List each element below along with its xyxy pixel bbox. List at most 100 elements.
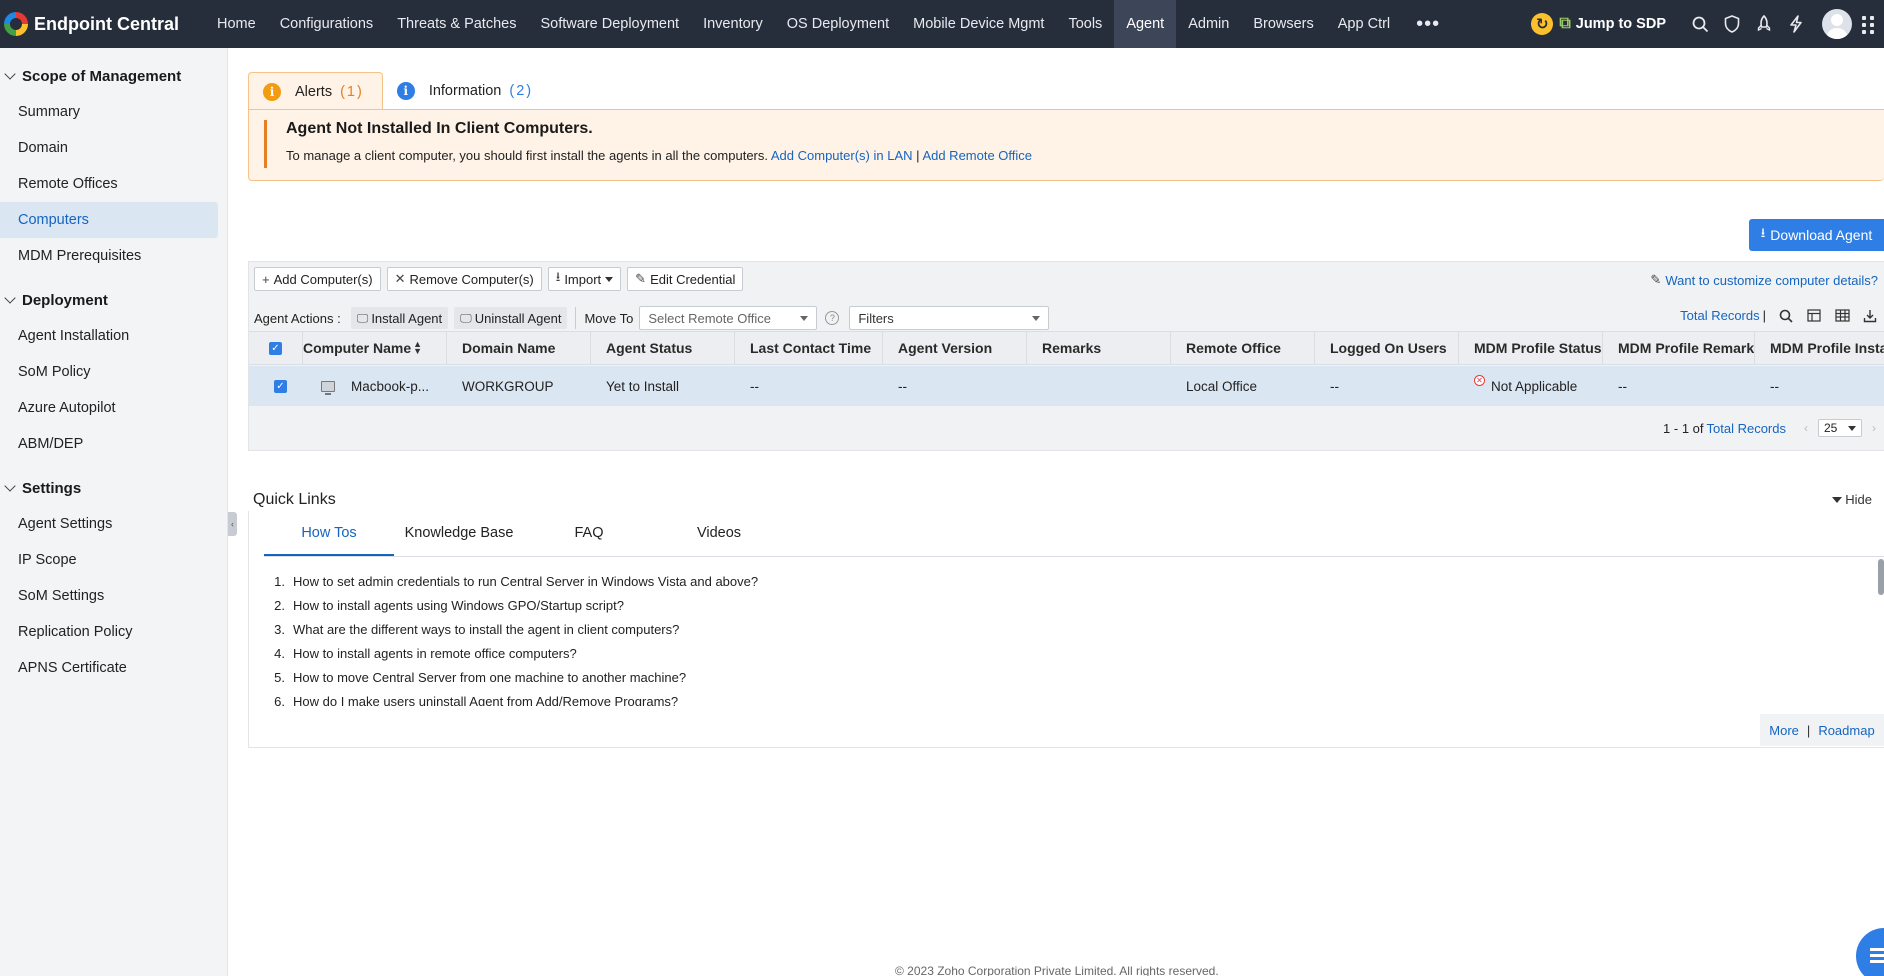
next-page-icon[interactable]: ›: [1864, 421, 1884, 435]
sidebar-section-settings[interactable]: Settings: [0, 470, 227, 506]
download-agent-button[interactable]: ⭳ Download Agent: [1749, 219, 1884, 251]
sidebar-item-summary[interactable]: Summary: [0, 94, 218, 130]
tab-information-count: (2): [509, 83, 534, 99]
nav-admin[interactable]: Admin: [1176, 0, 1241, 48]
sidebar-item-replication-policy[interactable]: Replication Policy: [0, 614, 218, 650]
nav-mobile-device-mgmt[interactable]: Mobile Device Mgmt: [901, 0, 1056, 48]
column-domain-name[interactable]: Domain Name: [447, 332, 591, 364]
column-logged-on-users[interactable]: Logged On Users: [1315, 332, 1459, 364]
remove-computers-button[interactable]: ✕ Remove Computer(s): [386, 267, 542, 291]
sort-icon[interactable]: ▲ ▼: [413, 340, 422, 356]
list-item[interactable]: 5. How to move Central Server from one ma…: [259, 665, 1859, 689]
list-item[interactable]: 3. What are the different ways to install…: [259, 617, 1859, 641]
previous-page-icon[interactable]: ‹: [1796, 421, 1816, 435]
list-item[interactable]: 1. How to set admin credentials to run Ce…: [259, 569, 1859, 593]
tab-information[interactable]: i Information (2): [383, 72, 551, 110]
column-mdm-profile-remark[interactable]: MDM Profile Remark: [1603, 332, 1755, 364]
sidebar-item-computers[interactable]: Computers: [0, 202, 218, 238]
mdm-profile-status-text: Not Applicable: [1491, 378, 1578, 394]
add-computers-button[interactable]: + Add Computer(s): [254, 267, 381, 291]
table-view-icon[interactable]: [1828, 309, 1856, 322]
tab-knowledge-base[interactable]: Knowledge Base: [394, 511, 524, 556]
column-remote-office[interactable]: Remote Office: [1171, 332, 1315, 364]
sidebar-item-azure-autopilot[interactable]: Azure Autopilot: [0, 390, 218, 426]
import-label: Import: [564, 271, 602, 287]
column-agent-version[interactable]: Agent Version: [883, 332, 1027, 364]
column-last-contact-time[interactable]: Last Contact Time: [735, 332, 883, 364]
search-icon[interactable]: [1684, 0, 1716, 48]
sidebar-item-som-settings[interactable]: SoM Settings: [0, 578, 218, 614]
sidebar-item-ip-scope[interactable]: IP Scope: [0, 542, 218, 578]
nav-inventory[interactable]: Inventory: [691, 0, 775, 48]
nav-agent[interactable]: Agent: [1114, 0, 1177, 48]
sidebar-item-som-policy[interactable]: SoM Policy: [0, 354, 218, 390]
list-item[interactable]: 6. How do I make users uninstall Agent fr…: [259, 689, 1859, 707]
add-computers-label: Add Computer(s): [273, 271, 373, 287]
uninstall-agent-button[interactable]: 🖵 Uninstall Agent: [454, 307, 568, 329]
sidebar-item-abm-dep[interactable]: ABM/DEP: [0, 426, 218, 462]
select-all-checkbox[interactable]: ✓: [269, 341, 282, 355]
lightning-icon[interactable]: [1780, 0, 1812, 48]
jump-to-sdp-button[interactable]: ⧉ Jump to SDP: [1559, 15, 1666, 33]
sidebar-collapse-handle[interactable]: ‹: [228, 512, 237, 536]
total-records-link[interactable]: Total Records: [1680, 308, 1759, 323]
column-mdm-profile-status[interactable]: MDM Profile Status: [1459, 332, 1603, 364]
sidebar-item-remote-offices[interactable]: Remote Offices: [0, 166, 218, 202]
user-avatar[interactable]: [1822, 9, 1852, 39]
cell-computer-name[interactable]: Macbook-p...: [303, 366, 447, 406]
column-remarks[interactable]: Remarks: [1027, 332, 1171, 364]
more-nav-icon[interactable]: •••: [1402, 0, 1454, 48]
column-mdm-profile-install[interactable]: MDM Profile Insta: [1755, 332, 1884, 364]
tab-how-tos[interactable]: How Tos: [264, 511, 394, 556]
tab-alerts[interactable]: i Alerts (1): [248, 72, 383, 110]
remote-office-select[interactable]: Select Remote Office: [639, 306, 818, 330]
export-icon[interactable]: [1856, 309, 1884, 323]
shield-icon[interactable]: [1716, 0, 1748, 48]
nav-configurations[interactable]: Configurations: [268, 0, 386, 48]
search-icon[interactable]: [1772, 309, 1800, 323]
list-item[interactable]: 4. How to install agents in remote office…: [259, 641, 1859, 665]
install-agent-button[interactable]: 🖵 Install Agent: [350, 307, 449, 329]
sidebar-item-agent-installation[interactable]: Agent Installation: [0, 318, 218, 354]
quick-links-scrollbar[interactable]: [1878, 559, 1884, 595]
sidebar-item-mdm-prerequisites[interactable]: MDM Prerequisites: [0, 238, 218, 274]
add-remote-office-link[interactable]: Add Remote Office: [922, 148, 1032, 163]
column-agent-status[interactable]: Agent Status: [591, 332, 735, 364]
column-settings-icon[interactable]: [1800, 309, 1828, 322]
pager-total-records-link[interactable]: Total Records: [1707, 421, 1786, 436]
sidebar-item-apns-certificate[interactable]: APNS Certificate: [0, 650, 218, 686]
filters-select[interactable]: Filters: [849, 306, 1050, 330]
nav-home[interactable]: Home: [205, 0, 268, 48]
sidebar-section-scope-of-management[interactable]: Scope of Management: [0, 58, 227, 94]
edit-credential-button[interactable]: ✎ Edit Credential: [627, 267, 744, 291]
nav-software-deployment[interactable]: Software Deployment: [528, 0, 691, 48]
more-link[interactable]: More: [1769, 723, 1799, 738]
nav-app-ctrl[interactable]: App Ctrl: [1326, 0, 1402, 48]
sidebar-item-domain[interactable]: Domain: [0, 130, 218, 166]
apps-grid-icon[interactable]: [1862, 16, 1876, 34]
column-computer-name[interactable]: Computer Name ▲ ▼: [303, 332, 447, 364]
list-item[interactable]: 2. How to install agents using Windows GP…: [259, 593, 1859, 617]
nav-os-deployment[interactable]: OS Deployment: [775, 0, 901, 48]
roadmap-link[interactable]: Roadmap: [1818, 723, 1874, 738]
refresh-icon[interactable]: ↻: [1531, 13, 1554, 35]
nav-tools[interactable]: Tools: [1056, 0, 1114, 48]
hide-quick-links-button[interactable]: Hide: [1832, 492, 1872, 507]
sidebar-section-deployment[interactable]: Deployment: [0, 282, 227, 318]
sidebar-item-agent-settings[interactable]: Agent Settings: [0, 506, 218, 542]
jump-to-sdp-label: Jump to SDP: [1575, 16, 1666, 32]
nav-threats-patches[interactable]: Threats & Patches: [385, 0, 528, 48]
row-checkbox[interactable]: ✓: [274, 379, 287, 393]
brand[interactable]: Endpoint Central: [0, 0, 205, 48]
nav-browsers[interactable]: Browsers: [1241, 0, 1325, 48]
cell-mdm-profile-status: ✕ Not Applicable: [1459, 366, 1603, 406]
import-button[interactable]: ⭳ Import: [547, 267, 622, 291]
help-icon[interactable]: ?: [825, 311, 840, 325]
page-size-select[interactable]: 25: [1818, 419, 1862, 437]
table-row[interactable]: ✓ Macbook-p... WORKGROUP Yet to Install …: [249, 366, 1884, 406]
tab-faq[interactable]: FAQ: [524, 511, 654, 556]
tab-videos[interactable]: Videos: [654, 511, 784, 556]
rocket-icon[interactable]: [1748, 0, 1780, 48]
customize-computer-details-link[interactable]: ✎ Want to customize computer details?: [1650, 272, 1878, 288]
add-computers-in-lan-link[interactable]: Add Computer(s) in LAN: [771, 148, 913, 163]
